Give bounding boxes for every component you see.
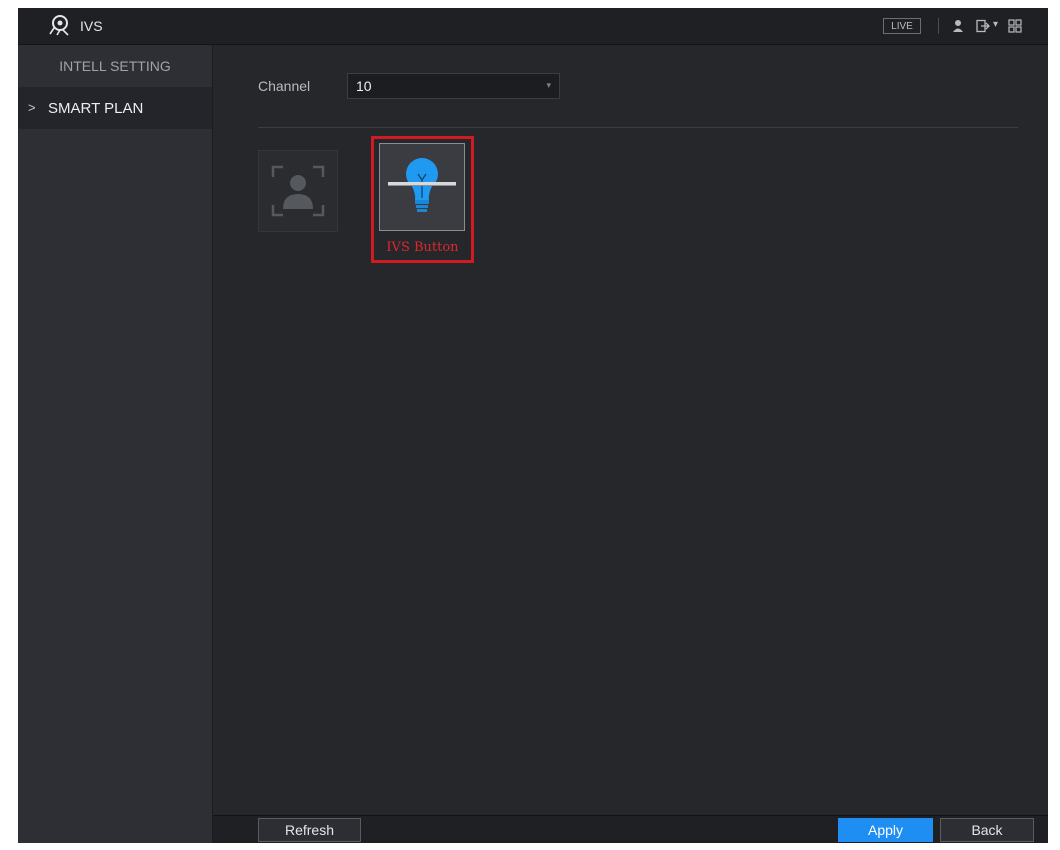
sidebar-section-intell-setting[interactable]: INTELL SETTING — [18, 45, 212, 87]
topbar-divider — [938, 18, 939, 34]
main-panel: Channel 10 ▾ IVS Button — [213, 45, 1048, 815]
top-bar: IVS LIVE ▾ — [18, 8, 1048, 45]
app-title: IVS — [80, 18, 103, 34]
apply-button[interactable]: Apply — [838, 818, 933, 842]
chevron-right-icon: > — [28, 100, 36, 115]
section-divider — [258, 127, 1018, 128]
sidebar-item-smart-plan[interactable]: > SMART PLAN — [18, 87, 212, 129]
ivs-app-icon — [49, 15, 69, 36]
face-detection-icon — [271, 165, 325, 217]
app-window: IVS LIVE ▾ INTELL SETTING > SMART PLAN C… — [18, 8, 1048, 843]
menu-dropdown-caret[interactable]: ▾ — [993, 19, 998, 30]
live-button[interactable]: LIVE — [883, 18, 921, 34]
refresh-button[interactable]: Refresh — [258, 818, 361, 842]
channel-select[interactable]: 10 ▾ — [347, 73, 560, 99]
ivs-button-annotation: IVS Button — [386, 240, 459, 255]
back-button[interactable]: Back — [940, 818, 1034, 842]
sidebar: INTELL SETTING > SMART PLAN — [18, 45, 213, 843]
logout-icon[interactable] — [976, 19, 990, 33]
sidebar-item-label: SMART PLAN — [48, 100, 144, 117]
user-icon[interactable] — [952, 19, 964, 33]
bottom-bar: Refresh Apply Back — [213, 815, 1048, 843]
chevron-down-icon: ▾ — [546, 80, 551, 90]
face-detection-plan-tile[interactable] — [258, 150, 338, 232]
channel-label: Channel — [258, 78, 311, 94]
channel-select-value: 10 — [356, 78, 372, 94]
main-menu-grid-icon[interactable] — [1008, 19, 1022, 33]
